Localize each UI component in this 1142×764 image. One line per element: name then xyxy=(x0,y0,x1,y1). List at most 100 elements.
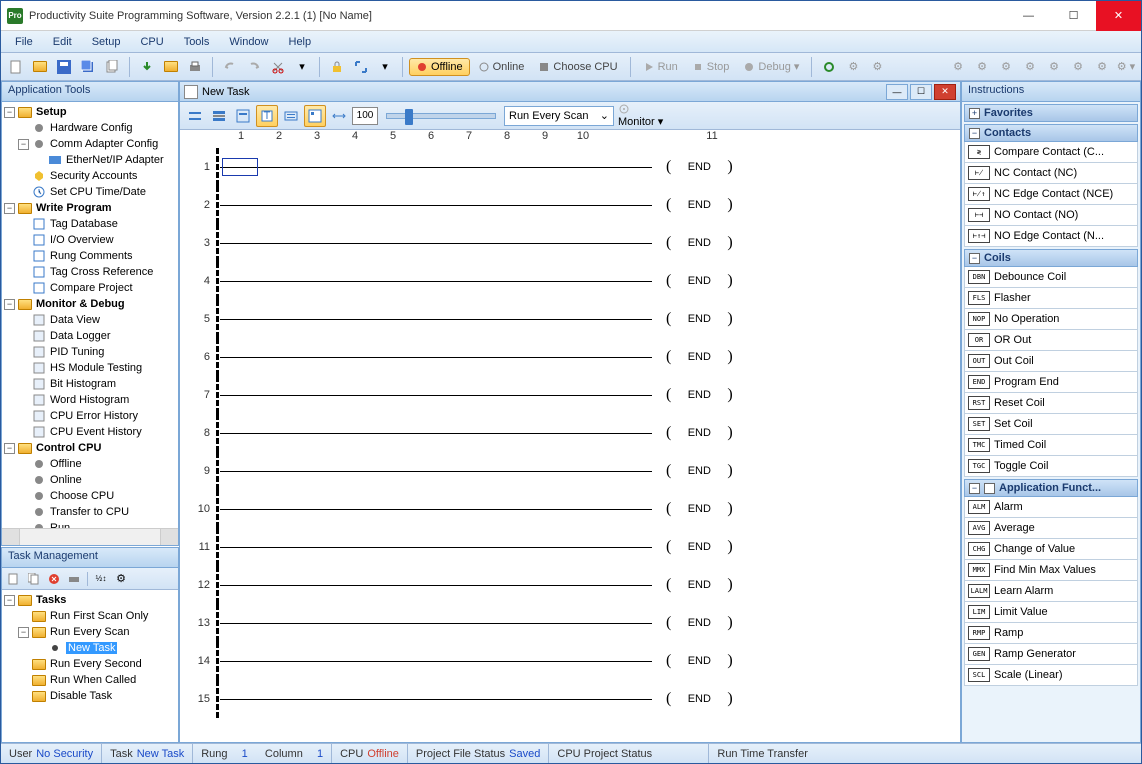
instr-item[interactable]: LIM Limit Value xyxy=(964,602,1138,623)
instr-item[interactable]: DBN Debounce Coil xyxy=(964,267,1138,288)
tm-gear-icon[interactable]: ⚙ xyxy=(112,570,130,588)
saveall-icon[interactable] xyxy=(77,56,99,78)
instr-item[interactable]: OUT Out Coil xyxy=(964,351,1138,372)
close-button[interactable]: ✕ xyxy=(1096,1,1141,31)
rung-wire[interactable] xyxy=(220,509,652,510)
rung-wire[interactable] xyxy=(220,547,652,548)
dropdown-icon[interactable]: ▾ xyxy=(374,56,396,78)
save-icon[interactable] xyxy=(53,56,75,78)
tree-item[interactable]: Hardware Config xyxy=(2,120,178,136)
minimize-button[interactable]: — xyxy=(1006,1,1051,31)
tree-item[interactable]: − Run Every Scan xyxy=(2,624,178,640)
print-icon[interactable] xyxy=(184,56,206,78)
expand-icon[interactable]: − xyxy=(4,107,15,118)
instr-item[interactable]: RST Reset Coil xyxy=(964,393,1138,414)
tree-item[interactable]: − Setup xyxy=(2,104,178,120)
rung-tool3-icon[interactable] xyxy=(232,105,254,127)
menu-file[interactable]: File xyxy=(5,34,43,50)
rung-row[interactable]: 5 ( END ) xyxy=(180,300,960,338)
menu-cpu[interactable]: CPU xyxy=(130,34,173,50)
instr-item[interactable]: CHG Change of Value xyxy=(964,539,1138,560)
tree-item[interactable]: HS Module Testing xyxy=(2,360,178,376)
collapse-icon[interactable]: − xyxy=(969,483,980,494)
instr-item[interactable]: AVG Average xyxy=(964,518,1138,539)
rung-wire[interactable] xyxy=(220,357,652,358)
instr-item[interactable]: TGC Toggle Coil xyxy=(964,456,1138,477)
tree-item[interactable]: Data View xyxy=(2,312,178,328)
rung-wire[interactable] xyxy=(220,167,652,168)
rung-row[interactable]: 10 ( END ) xyxy=(180,490,960,528)
rung-wire[interactable] xyxy=(220,243,652,244)
rung-row[interactable]: 11 ( END ) xyxy=(180,528,960,566)
gear3-icon[interactable]: ⚙ xyxy=(995,56,1017,78)
instr-item[interactable]: ALM Alarm xyxy=(964,497,1138,518)
expand-icon[interactable]: − xyxy=(4,203,15,214)
instr-group-header[interactable]: − Application Funct... xyxy=(964,479,1138,497)
collapse-icon[interactable]: + xyxy=(969,108,980,119)
rung-row[interactable]: 3 ( END ) xyxy=(180,224,960,262)
rung-wire[interactable] xyxy=(220,205,652,206)
redo-icon[interactable] xyxy=(243,56,265,78)
gear8-icon[interactable]: ⚙ ▾ xyxy=(1115,56,1137,78)
expand-icon[interactable]: − xyxy=(18,139,29,150)
gear4-icon[interactable]: ⚙ xyxy=(1019,56,1041,78)
gear7-icon[interactable]: ⚙ xyxy=(1091,56,1113,78)
slider-thumb[interactable] xyxy=(405,109,413,125)
tree-item[interactable]: − Write Program xyxy=(2,200,178,216)
tm-print-icon[interactable] xyxy=(65,570,83,588)
rung-tool1-icon[interactable] xyxy=(184,105,206,127)
rung-wire[interactable] xyxy=(220,395,652,396)
copy-icon[interactable] xyxy=(101,56,123,78)
rung-row[interactable]: 1 ( END ) xyxy=(180,148,960,186)
rung-tool5-icon[interactable] xyxy=(280,105,302,127)
tree-item[interactable]: Choose CPU xyxy=(2,488,178,504)
tree-item[interactable]: CPU Error History xyxy=(2,408,178,424)
tree-item[interactable]: Online xyxy=(2,472,178,488)
undo-icon[interactable] xyxy=(219,56,241,78)
lock-icon[interactable] xyxy=(326,56,348,78)
tree-item[interactable]: Bit Histogram xyxy=(2,376,178,392)
tm-delete-icon[interactable] xyxy=(45,570,63,588)
gear6-icon[interactable]: ⚙ xyxy=(1067,56,1089,78)
rung-row[interactable]: 7 ( END ) xyxy=(180,376,960,414)
instr-group-header[interactable]: − Contacts xyxy=(964,124,1138,142)
tree-item[interactable]: Rung Comments xyxy=(2,248,178,264)
rung-wire[interactable] xyxy=(220,319,652,320)
instr-item[interactable]: NOP No Operation xyxy=(964,309,1138,330)
instr-item[interactable]: SET Set Coil xyxy=(964,414,1138,435)
monitor-button[interactable]: Monitor ▾ xyxy=(618,103,663,128)
tree-item[interactable]: PID Tuning xyxy=(2,344,178,360)
tree-item[interactable]: Tag Database xyxy=(2,216,178,232)
tree-hscroll[interactable] xyxy=(2,528,178,545)
doc-min-button[interactable]: — xyxy=(886,84,908,100)
zoom-slider[interactable] xyxy=(386,113,496,119)
rung-tool6-icon[interactable] xyxy=(304,105,326,127)
ladder-editor[interactable]: 1234567891011 1 ( END ) 2 ( END ) 3 ( EN… xyxy=(180,130,960,742)
instr-item[interactable]: RMP Ramp xyxy=(964,623,1138,644)
rung-row[interactable]: 4 ( END ) xyxy=(180,262,960,300)
import-icon[interactable] xyxy=(136,56,158,78)
run-mode-combo[interactable]: Run Every Scan⌄ xyxy=(504,106,614,126)
tree-item[interactable]: CPU Event History xyxy=(2,424,178,440)
expand-icon[interactable]: − xyxy=(4,443,15,454)
rung-tool4-icon[interactable]: T xyxy=(256,105,278,127)
offline-button[interactable]: Offline xyxy=(409,58,470,76)
cloud1-icon[interactable]: ⚙ xyxy=(842,56,864,78)
expand-icon[interactable]: − xyxy=(4,299,15,310)
tree-item[interactable]: Run xyxy=(2,520,178,528)
instr-item[interactable]: GEN Ramp Generator xyxy=(964,644,1138,665)
rung-wire[interactable] xyxy=(220,623,652,624)
tree-item[interactable]: − Comm Adapter Config xyxy=(2,136,178,152)
doc-close-button[interactable]: ✕ xyxy=(934,84,956,100)
rung-row[interactable]: 14 ( END ) xyxy=(180,642,960,680)
rung-wire[interactable] xyxy=(220,471,652,472)
stop-button[interactable]: Stop xyxy=(686,59,736,75)
instr-item[interactable]: OR OR Out xyxy=(964,330,1138,351)
open-icon[interactable] xyxy=(29,56,51,78)
rung-row[interactable]: 13 ( END ) xyxy=(180,604,960,642)
zoom-value[interactable]: 100 xyxy=(352,107,378,125)
tree-item[interactable]: Offline xyxy=(2,456,178,472)
new-icon[interactable] xyxy=(5,56,27,78)
tree-item[interactable]: Transfer to CPU xyxy=(2,504,178,520)
choose-cpu-button[interactable]: Choose CPU xyxy=(532,59,623,75)
